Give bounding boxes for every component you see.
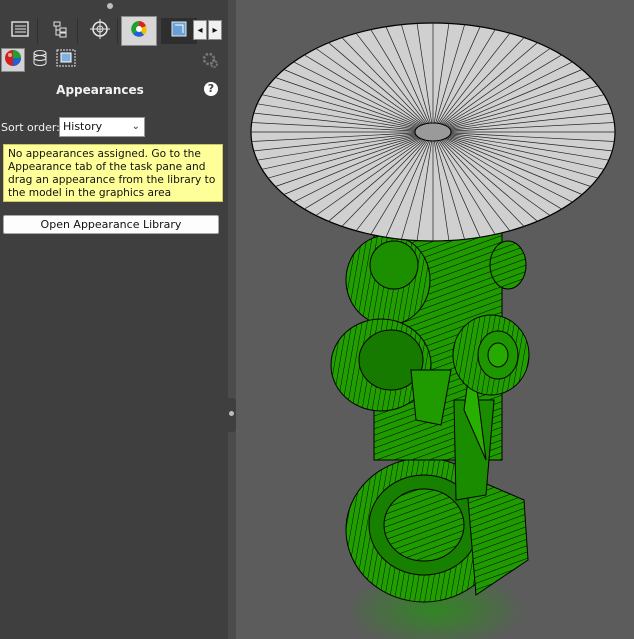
cylinder-stack-icon: [32, 49, 48, 71]
open-appearance-library-button[interactable]: Open Appearance Library: [3, 215, 219, 234]
configurationmanager-tab[interactable]: [82, 18, 118, 44]
panel-splitter[interactable]: [228, 0, 236, 639]
no-appearances-notice: No appearances assigned. Go to the Appea…: [3, 144, 223, 202]
task-panel: ◂ ▸ Appearances ? Sort order: History ⌄: [0, 0, 228, 639]
graphics-area[interactable]: [236, 0, 634, 639]
propertymanager-tab[interactable]: [42, 18, 78, 44]
appearances-header: Appearances ?: [0, 80, 228, 102]
sort-order-label: Sort order:: [1, 121, 60, 134]
sort-order-value: History: [63, 120, 103, 133]
appearances-subtab[interactable]: [1, 48, 25, 72]
sort-order-select[interactable]: History ⌄: [59, 117, 145, 137]
color-wheel-icon: [129, 19, 149, 43]
chevron-down-icon: ⌄: [131, 121, 140, 132]
feature-tree-icon: [10, 21, 29, 41]
decals-subtab[interactable]: [28, 48, 52, 72]
top-disc-part: [250, 22, 616, 242]
crosshair-target-icon: [89, 19, 110, 43]
help-icon[interactable]: ?: [204, 82, 218, 96]
panel-collapse-grip[interactable]: [0, 0, 228, 14]
model-view: [250, 22, 616, 639]
settings-gear-icon[interactable]: [198, 48, 222, 72]
scene-grid-icon: [56, 49, 76, 71]
property-tree-icon: [51, 20, 69, 42]
featuremanager-tab[interactable]: [2, 18, 38, 44]
manager-tabs: ◂ ▸: [0, 16, 228, 46]
page-title: Appearances: [56, 83, 144, 97]
displaymanager-tab[interactable]: [121, 16, 157, 46]
tab-scroll-left-button[interactable]: ◂: [193, 20, 207, 40]
lower-ring-part: [345, 457, 529, 603]
tab-scroll-right-button[interactable]: ▸: [208, 20, 222, 40]
cam-tab[interactable]: [161, 18, 197, 44]
scenes-subtab[interactable]: [54, 48, 78, 72]
color-sphere-icon: [4, 49, 22, 71]
appearance-subtabs: [0, 46, 228, 74]
splitter-collapse-handle[interactable]: [227, 398, 236, 432]
cube-tool-icon: [169, 19, 189, 43]
